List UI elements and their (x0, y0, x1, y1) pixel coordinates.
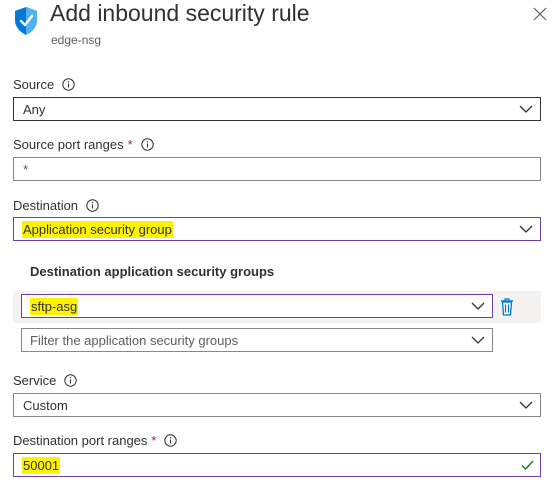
destination-port-value: 50001 (22, 456, 61, 474)
delete-icon[interactable] (499, 297, 515, 317)
checkmark-icon (521, 460, 534, 471)
required-mark: * (127, 137, 133, 152)
service-dropdown[interactable]: Custom (13, 393, 541, 417)
info-icon[interactable] (164, 434, 178, 447)
source-port-label-row: Source port ranges * (13, 137, 154, 152)
asg-dropdown[interactable]: sftp-asg (21, 294, 493, 318)
chevron-down-icon (471, 302, 485, 310)
required-mark: * (151, 433, 157, 448)
page-subtitle: edge-nsg (51, 33, 102, 47)
shield-icon (13, 6, 39, 36)
info-icon[interactable] (64, 374, 78, 387)
destination-dropdown[interactable]: Application security group (13, 217, 541, 241)
destination-label: Destination (13, 198, 79, 213)
chevron-down-icon (519, 225, 533, 233)
service-value: Custom (23, 397, 68, 413)
source-label: Source (13, 77, 55, 92)
source-port-value: * (23, 161, 29, 177)
asg-filter-dropdown[interactable]: Filter the application security groups (21, 328, 493, 352)
destination-label-row: Destination (13, 198, 99, 213)
source-label-row: Source (13, 77, 75, 92)
destination-asg-heading: Destination application security groups (30, 264, 275, 279)
chevron-down-icon (519, 401, 533, 409)
destination-port-label-row: Destination port ranges * (13, 433, 178, 448)
source-dropdown[interactable]: Any (13, 97, 541, 121)
close-icon[interactable] (532, 6, 548, 22)
asg-filter-placeholder: Filter the application security groups (30, 332, 239, 348)
chevron-down-icon (471, 336, 485, 344)
asg-selected-value: sftp-asg (30, 297, 79, 315)
source-value: Any (23, 101, 46, 117)
chevron-down-icon (519, 105, 533, 113)
destination-port-label: Destination port ranges (13, 433, 148, 448)
source-port-input[interactable]: * (13, 157, 541, 181)
destination-port-input[interactable]: 50001 (13, 453, 541, 477)
page-title: Add inbound security rule (50, 0, 310, 26)
service-label-row: Service (13, 373, 78, 388)
destination-value: Application security group (22, 220, 173, 238)
info-icon[interactable] (140, 138, 154, 151)
info-icon[interactable] (86, 199, 99, 212)
service-label: Service (13, 373, 57, 388)
info-icon[interactable] (62, 78, 75, 91)
source-port-label: Source port ranges (13, 137, 124, 152)
